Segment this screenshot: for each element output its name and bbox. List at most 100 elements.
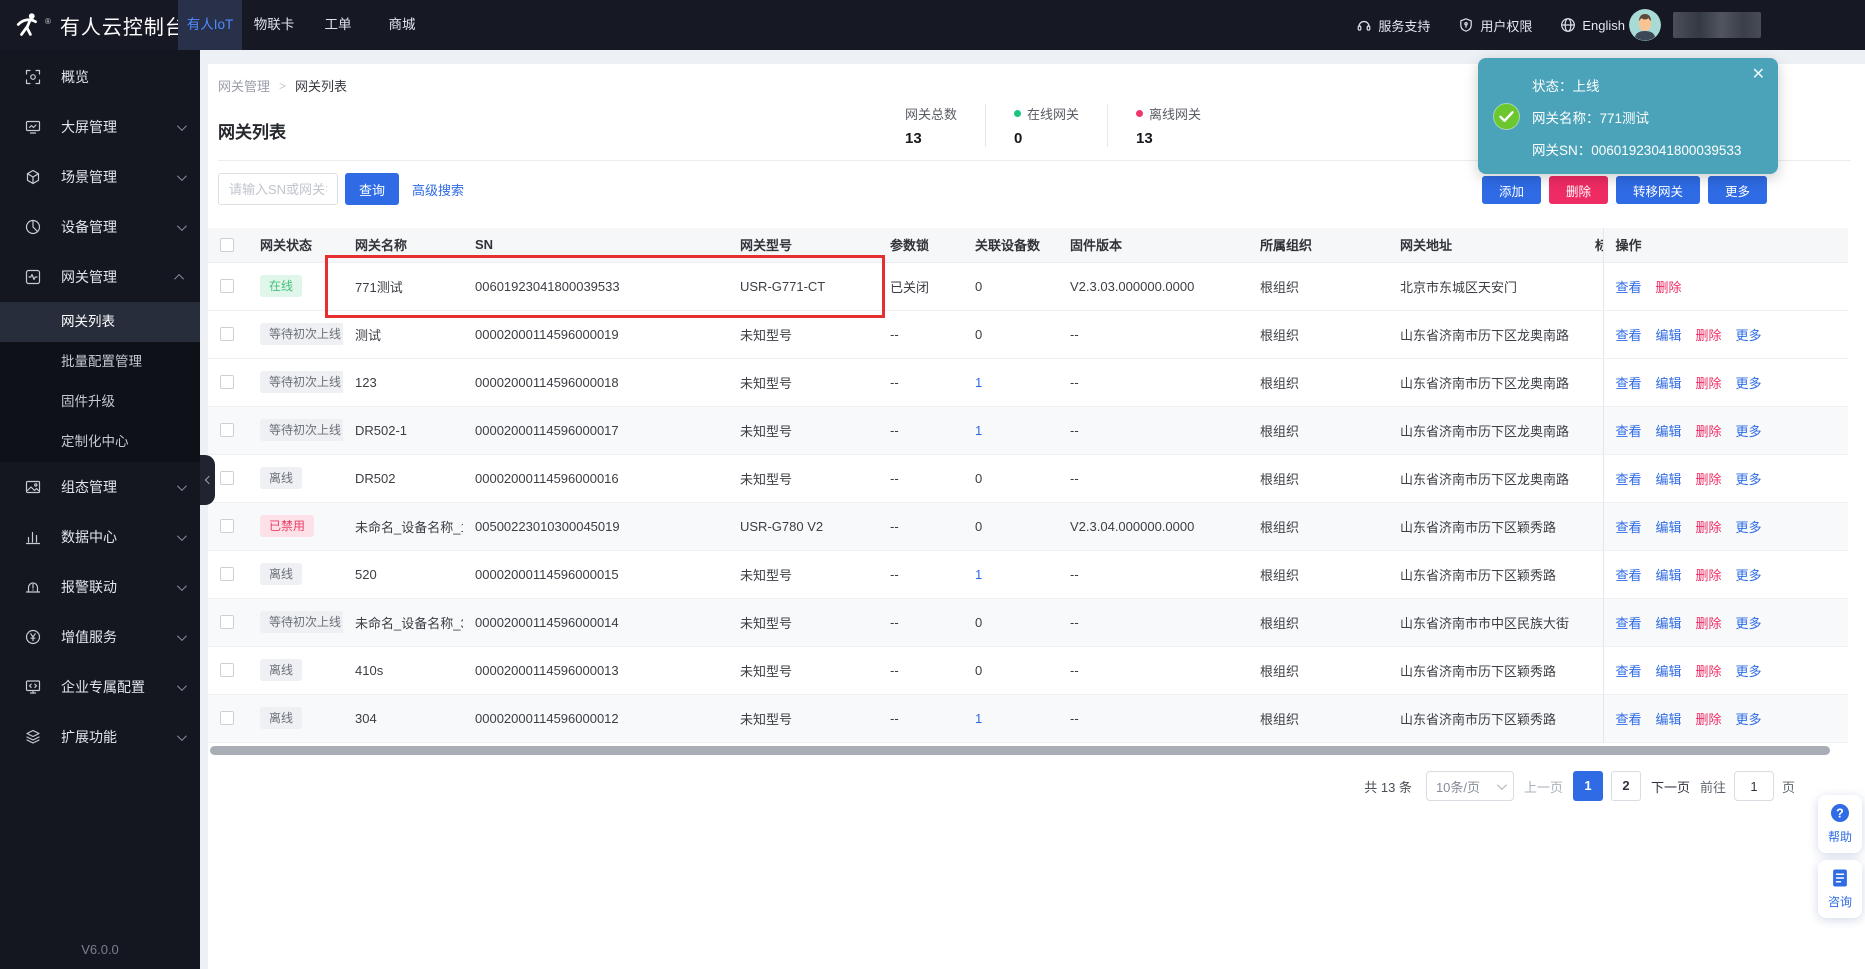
close-icon[interactable]: ✕: [1752, 67, 1765, 83]
row-action-view[interactable]: 查看: [1616, 280, 1642, 295]
query-button[interactable]: 查询: [345, 173, 400, 205]
app-logo[interactable]: ® 有人云控制台: [0, 11, 185, 40]
sidebar-subitem-gateway-list[interactable]: 网关列表: [0, 302, 200, 342]
row-action-view[interactable]: 查看: [1616, 568, 1642, 583]
row-action-edit[interactable]: 编辑: [1656, 616, 1682, 631]
sidebar-collapse-handle[interactable]: [200, 455, 215, 505]
topbar-permission-link[interactable]: 用户权限: [1458, 16, 1532, 35]
row-action-delete[interactable]: 删除: [1696, 328, 1722, 343]
row-checkbox[interactable]: [220, 567, 234, 581]
row-action-more[interactable]: 更多: [1736, 712, 1762, 727]
sidebar-item-scene[interactable]: 场景管理: [0, 152, 200, 202]
device-count-link[interactable]: 1: [975, 567, 982, 582]
row-checkbox[interactable]: [220, 663, 234, 677]
row-action-view[interactable]: 查看: [1616, 664, 1642, 679]
help-widget[interactable]: ? 帮助: [1818, 795, 1862, 853]
sidebar-item-gateway[interactable]: 网关管理: [0, 252, 200, 302]
device-count-link[interactable]: 1: [975, 375, 982, 390]
topbar-support-link[interactable]: 服务支持: [1356, 16, 1430, 35]
row-action-more[interactable]: 更多: [1736, 568, 1762, 583]
row-action-more[interactable]: 更多: [1736, 424, 1762, 439]
page-size-select[interactable]: 10条/页: [1425, 771, 1514, 801]
transfer-button[interactable]: 转移网关: [1615, 176, 1700, 204]
row-action-delete[interactable]: 删除: [1696, 472, 1722, 487]
row-action-view[interactable]: 查看: [1616, 424, 1642, 439]
row-action-edit[interactable]: 编辑: [1656, 664, 1682, 679]
search-input[interactable]: [218, 173, 338, 205]
sidebar-subitem-firmware-upgrade[interactable]: 固件升级: [0, 382, 200, 422]
top-tab-usr-iot[interactable]: 有人IoT: [178, 0, 242, 50]
select-all-checkbox[interactable]: [220, 237, 234, 252]
page-button-1[interactable]: 1: [1572, 771, 1603, 801]
row-action-delete[interactable]: 删除: [1696, 520, 1722, 535]
cell-firmware: --: [1058, 646, 1248, 695]
row-action-more[interactable]: 更多: [1736, 472, 1762, 487]
row-action-edit[interactable]: 编辑: [1656, 520, 1682, 535]
sidebar-item-alarm[interactable]: 报警联动: [0, 562, 200, 612]
sidebar-subitem-batch-config[interactable]: 批量配置管理: [0, 342, 200, 382]
row-action-more[interactable]: 更多: [1736, 376, 1762, 391]
delete-button[interactable]: 删除: [1548, 176, 1608, 204]
topbar-language-link[interactable]: English: [1560, 17, 1625, 33]
more-button[interactable]: 更多: [1707, 176, 1767, 204]
breadcrumb-parent[interactable]: 网关管理: [218, 76, 270, 95]
row-action-edit[interactable]: 编辑: [1656, 568, 1682, 583]
sidebar-item-hmi[interactable]: 组态管理: [0, 462, 200, 512]
sidebar-item-enterprise[interactable]: 企业专属配置: [0, 662, 200, 712]
row-action-delete[interactable]: 删除: [1696, 712, 1722, 727]
row-checkbox[interactable]: [220, 519, 234, 533]
horizontal-scrollbar[interactable]: [210, 746, 1830, 755]
row-action-view[interactable]: 查看: [1616, 520, 1642, 535]
sidebar-item-value-added[interactable]: 增值服务: [0, 612, 200, 662]
row-action-edit[interactable]: 编辑: [1656, 376, 1682, 391]
row-action-view[interactable]: 查看: [1616, 472, 1642, 487]
row-action-view[interactable]: 查看: [1616, 616, 1642, 631]
top-tab-work-order[interactable]: 工单: [306, 0, 370, 50]
row-action-more[interactable]: 更多: [1736, 616, 1762, 631]
row-checkbox[interactable]: [220, 615, 234, 629]
row-checkbox[interactable]: [220, 471, 234, 485]
sidebar-item-device[interactable]: 设备管理: [0, 202, 200, 252]
row-action-more[interactable]: 更多: [1736, 520, 1762, 535]
cell-clipped: [1595, 694, 1603, 743]
row-action-view[interactable]: 查看: [1616, 376, 1642, 391]
top-tab-mall[interactable]: 商城: [370, 0, 434, 50]
row-action-delete[interactable]: 删除: [1696, 664, 1722, 679]
row-action-view[interactable]: 查看: [1616, 712, 1642, 727]
consult-widget[interactable]: 咨询: [1818, 860, 1862, 918]
row-action-delete[interactable]: 删除: [1656, 280, 1682, 295]
row-action-more[interactable]: 更多: [1736, 664, 1762, 679]
row-action-edit[interactable]: 编辑: [1656, 424, 1682, 439]
add-button[interactable]: 添加: [1481, 176, 1541, 204]
row-checkbox[interactable]: [220, 279, 234, 293]
next-page-button[interactable]: 下一页: [1651, 777, 1690, 796]
row-checkbox[interactable]: [220, 423, 234, 437]
page-jump-input[interactable]: [1733, 771, 1774, 801]
top-tab-iot-card[interactable]: 物联卡: [242, 0, 306, 50]
row-action-delete[interactable]: 删除: [1696, 568, 1722, 583]
row-action-edit[interactable]: 编辑: [1656, 472, 1682, 487]
row-action-delete[interactable]: 删除: [1696, 616, 1722, 631]
page-button-2[interactable]: 2: [1610, 771, 1641, 801]
row-action-delete[interactable]: 删除: [1696, 424, 1722, 439]
advanced-search-link[interactable]: 高级搜索: [412, 180, 464, 199]
sidebar-item-data-center[interactable]: 数据中心: [0, 512, 200, 562]
prev-page-button[interactable]: 上一页: [1524, 777, 1563, 796]
row-action-edit[interactable]: 编辑: [1656, 712, 1682, 727]
row-checkbox[interactable]: [220, 711, 234, 725]
sidebar-subitem-customization[interactable]: 定制化中心: [0, 422, 200, 462]
row-action-view[interactable]: 查看: [1616, 328, 1642, 343]
avatar[interactable]: [1629, 9, 1661, 41]
username-redacted[interactable]: [1673, 12, 1761, 38]
row-action-more[interactable]: 更多: [1736, 328, 1762, 343]
row-action-edit[interactable]: 编辑: [1656, 328, 1682, 343]
cell-address: 山东省济南市历下区颖秀路: [1388, 502, 1595, 551]
sidebar-item-extension[interactable]: 扩展功能: [0, 712, 200, 762]
row-checkbox[interactable]: [220, 327, 234, 341]
sidebar-item-overview[interactable]: 概览: [0, 52, 200, 102]
row-checkbox[interactable]: [220, 375, 234, 389]
row-action-delete[interactable]: 删除: [1696, 376, 1722, 391]
device-count-link[interactable]: 1: [975, 423, 982, 438]
sidebar-item-screen[interactable]: 大屏管理: [0, 102, 200, 152]
device-count-link[interactable]: 1: [975, 711, 982, 726]
